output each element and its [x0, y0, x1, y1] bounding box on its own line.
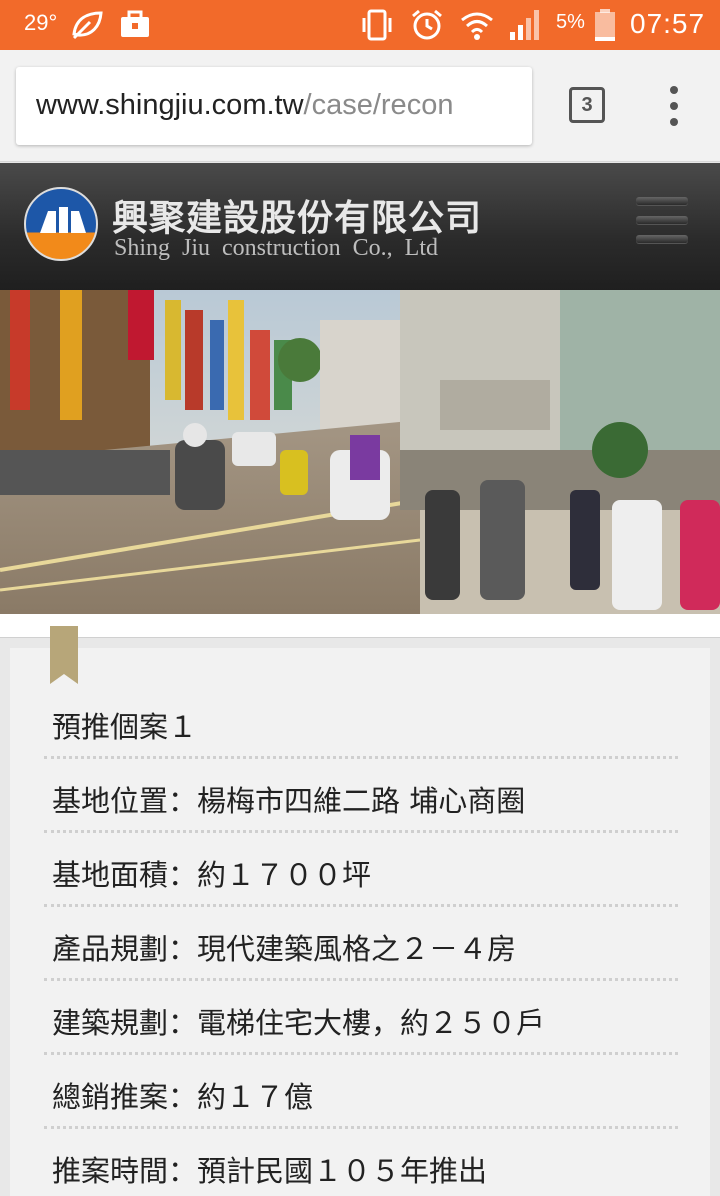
alarm-icon: [412, 9, 442, 40]
browser-toolbar: www.shingjiu.com.tw/case/recon 3: [0, 50, 720, 162]
case-title: 預推個案１: [52, 710, 198, 744]
company-name-en: Shing Jiu construction Co., Ltd: [114, 235, 438, 261]
site-header: 興聚建設股份有限公司 Shing Jiu construction Co., L…: [0, 163, 720, 290]
banner-image: [0, 290, 720, 614]
building-logo-icon: [40, 207, 86, 233]
row-divider: [44, 978, 678, 981]
company-logo[interactable]: [24, 187, 98, 261]
bookmark-ribbon-icon: [50, 626, 78, 684]
url-text: www.shingjiu.com.tw/case/recon: [36, 89, 453, 122]
wifi-icon: [461, 12, 493, 40]
company-name-cn: 興聚建設股份有限公司: [112, 197, 483, 239]
signal-icon: [510, 10, 539, 40]
temperature-text: 29°: [24, 10, 58, 35]
info-row-building-plan: 建築規劃：電梯住宅大樓，約２５０戶: [52, 1006, 546, 1040]
battery-percent: 5%: [556, 11, 585, 33]
info-row-site-area: 基地面積：約１７００坪: [52, 858, 372, 892]
url-host: www.shingjiu.com.tw: [36, 89, 304, 121]
battery-icon: [595, 9, 615, 41]
row-divider: [44, 830, 678, 833]
row-divider: [44, 756, 678, 759]
leaf-icon: [72, 11, 103, 40]
row-divider: [44, 904, 678, 907]
info-row-site-location: 基地位置：楊梅市四維二路 埔心商圈: [52, 784, 526, 818]
vibrate-icon: [362, 9, 392, 41]
info-row-product-plan: 產品規劃：現代建築風格之２－４房: [52, 932, 517, 966]
info-row-launch-time: 推案時間：預計民國１０５年推出: [52, 1154, 488, 1188]
address-bar[interactable]: www.shingjiu.com.tw/case/recon: [16, 67, 532, 145]
row-divider: [44, 1052, 678, 1055]
row-divider: [44, 1126, 678, 1129]
more-vert-icon[interactable]: [660, 86, 688, 126]
clock: 07:57: [630, 8, 706, 39]
banner-divider: [0, 614, 720, 638]
status-bar: 29° 5% 07:57: [0, 0, 720, 50]
url-path: /case/recon: [303, 89, 454, 121]
info-row-total-sales: 總銷推案：約１７億: [52, 1080, 314, 1114]
briefcase-icon: [121, 10, 149, 37]
hamburger-icon[interactable]: [636, 197, 688, 249]
tab-switcher-button[interactable]: 3: [569, 87, 605, 123]
